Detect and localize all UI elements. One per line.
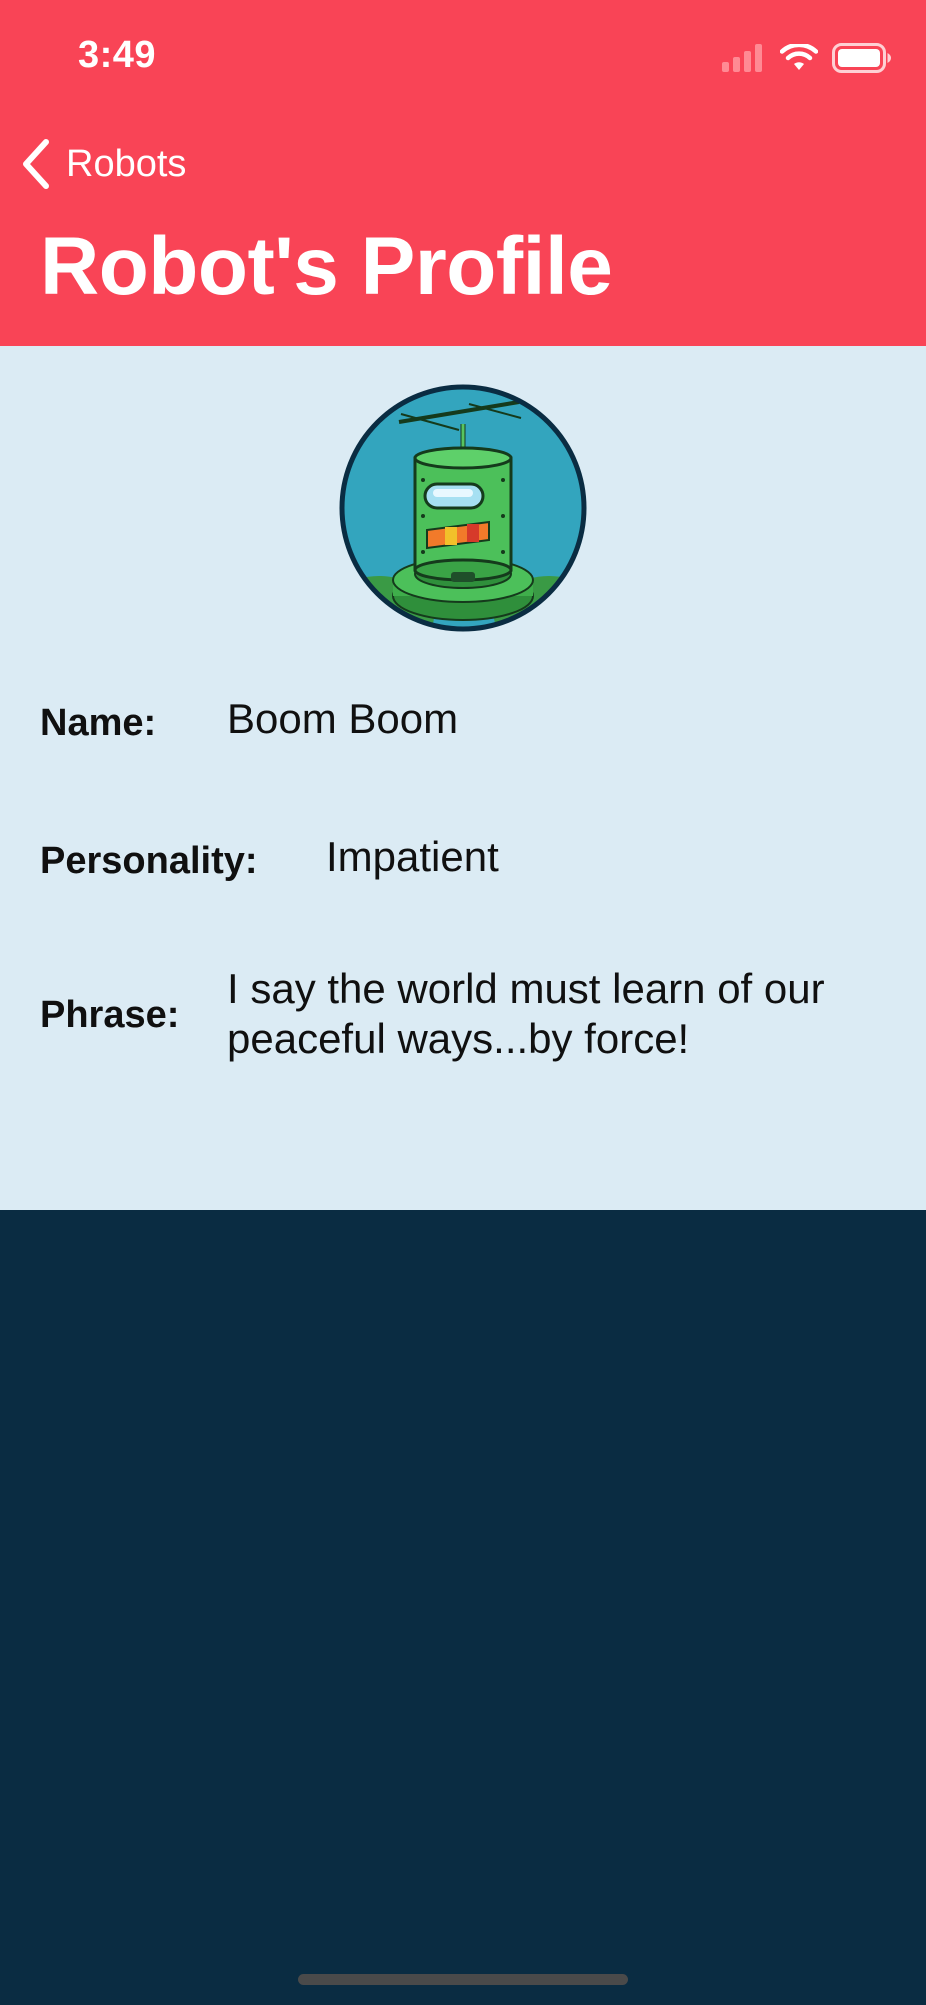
profile-card: Name: Boom Boom Personality: Impatient P… [0,346,926,1210]
name-value: Boom Boom [227,695,459,742]
name-row: Name: Boom Boom [40,694,886,754]
name-label: Name: [40,702,157,744]
personality-label: Personality: [40,840,258,882]
chevron-left-icon [23,139,49,189]
back-button-label: Robots [66,142,187,185]
cellular-signal-icon [722,44,762,72]
status-icons [722,40,892,76]
battery-icon [832,43,891,73]
back-button[interactable]: Robots [20,136,186,192]
phrase-row: Phrase: I say the world must learn of ou… [40,964,886,1074]
home-indicator[interactable] [298,1974,628,1985]
wifi-icon [780,44,818,70]
page-title: Robot's Profile [40,221,613,312]
phrase-label: Phrase: [40,994,180,1036]
phrase-value: I say the world must learn of our peacef… [227,965,825,1062]
status-time: 3:49 [78,34,157,76]
navigation-header: 3:49 Robots Robot's Profile [0,0,926,346]
robot-avatar-icon [339,384,587,632]
personality-value: Impatient [326,833,499,880]
personality-row: Personality: Impatient [40,832,886,892]
